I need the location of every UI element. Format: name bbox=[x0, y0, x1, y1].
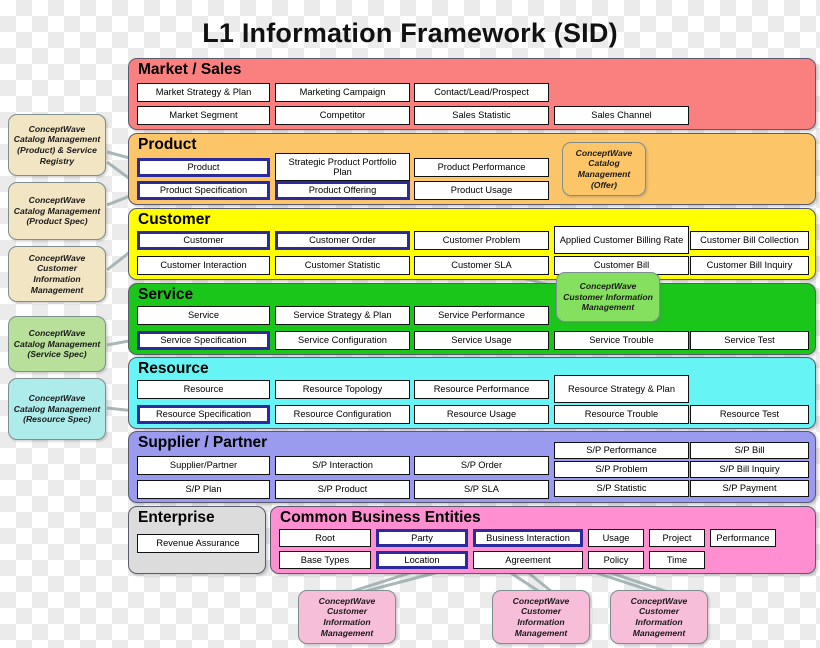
entity-sp-performance[interactable]: S/P Performance bbox=[554, 442, 689, 459]
entity-project[interactable]: Project bbox=[649, 529, 705, 547]
entity-resource-strategy-plan[interactable]: Resource Strategy & Plan bbox=[554, 375, 689, 403]
entity-customer-statistic[interactable]: Customer Statistic bbox=[275, 256, 410, 275]
entity-sp-product[interactable]: S/P Product bbox=[275, 480, 410, 499]
entity-service-trouble[interactable]: Service Trouble bbox=[554, 331, 689, 350]
band-title-common-business-entities: Common Business Entities bbox=[280, 509, 481, 526]
diagram-canvas: L1 Information Framework (SID) Market / … bbox=[0, 0, 820, 648]
entity-party[interactable]: Party bbox=[376, 529, 468, 547]
entity-sp-bill-inquiry[interactable]: S/P Bill Inquiry bbox=[690, 461, 809, 478]
band-title-market-sales: Market / Sales bbox=[138, 61, 242, 78]
entity-resource-topology[interactable]: Resource Topology bbox=[275, 380, 410, 399]
band-customer[interactable]: Customer Customer Customer Order Custome… bbox=[128, 208, 816, 280]
entity-service-usage[interactable]: Service Usage bbox=[414, 331, 549, 350]
entity-sp-interaction[interactable]: S/P Interaction bbox=[275, 456, 410, 475]
band-title-resource: Resource bbox=[138, 360, 209, 377]
entity-customer-interaction[interactable]: Customer Interaction bbox=[137, 256, 270, 275]
band-enterprise[interactable]: Enterprise Revenue Assurance bbox=[128, 506, 266, 574]
entity-contact-lead-prospect[interactable]: Contact/Lead/Prospect bbox=[414, 83, 549, 102]
callout-conceptwave-customer-information-management-1[interactable]: ConceptWave Customer Information Managem… bbox=[298, 590, 396, 644]
entity-market-strategy-plan[interactable]: Market Strategy & Plan bbox=[137, 83, 270, 102]
callout-conceptwave-catalog-management-product-spec[interactable]: ConceptWave Catalog Management (Product … bbox=[8, 182, 106, 240]
band-title-supplier-partner: Supplier / Partner bbox=[138, 434, 268, 451]
band-market-sales[interactable]: Market / Sales Market Strategy & Plan Ma… bbox=[128, 58, 816, 130]
band-title-customer: Customer bbox=[138, 211, 211, 228]
entity-resource-specification[interactable]: Resource Specification bbox=[137, 405, 270, 424]
entity-resource-performance[interactable]: Resource Performance bbox=[414, 380, 549, 399]
entity-policy[interactable]: Policy bbox=[588, 551, 644, 569]
callout-conceptwave-catalog-management-service-spec[interactable]: ConceptWave Catalog Management (Service … bbox=[8, 316, 106, 372]
entity-service-performance[interactable]: Service Performance bbox=[414, 306, 549, 325]
entity-base-types[interactable]: Base Types bbox=[279, 551, 371, 569]
entity-revenue-assurance[interactable]: Revenue Assurance bbox=[137, 534, 259, 553]
entity-sales-channel[interactable]: Sales Channel bbox=[554, 106, 689, 125]
entity-product-specification[interactable]: Product Specification bbox=[137, 181, 270, 200]
entity-customer-sla[interactable]: Customer SLA bbox=[414, 256, 549, 275]
entity-applied-customer-billing-rate[interactable]: Applied Customer Billing Rate bbox=[554, 226, 689, 254]
entity-agreement[interactable]: Agreement bbox=[473, 551, 583, 569]
entity-service-configuration[interactable]: Service Configuration bbox=[275, 331, 410, 350]
entity-sp-statistic[interactable]: S/P Statistic bbox=[554, 480, 689, 497]
entity-resource-trouble[interactable]: Resource Trouble bbox=[554, 405, 689, 424]
band-service[interactable]: Service Service Service Strategy & Plan … bbox=[128, 283, 816, 355]
entity-sp-plan[interactable]: S/P Plan bbox=[137, 480, 270, 499]
entity-market-segment[interactable]: Market Segment bbox=[137, 106, 270, 125]
callout-conceptwave-catalog-management-offer[interactable]: ConceptWave Catalog Management (Offer) bbox=[562, 142, 646, 196]
entity-resource[interactable]: Resource bbox=[137, 380, 270, 399]
entity-performance[interactable]: Performance bbox=[710, 529, 776, 547]
entity-competitor[interactable]: Competitor bbox=[275, 106, 410, 125]
band-product[interactable]: Product Product Strategic Product Portfo… bbox=[128, 133, 816, 205]
entity-sp-problem[interactable]: S/P Problem bbox=[554, 461, 689, 478]
entity-service[interactable]: Service bbox=[137, 306, 270, 325]
callout-conceptwave-customer-information-management-service[interactable]: ConceptWave Customer Information Managem… bbox=[556, 272, 660, 322]
callout-conceptwave-customer-information-management-left[interactable]: ConceptWave Customer Information Managem… bbox=[8, 246, 106, 302]
entity-customer[interactable]: Customer bbox=[137, 231, 270, 250]
entity-product[interactable]: Product bbox=[137, 158, 270, 177]
entity-marketing-campaign[interactable]: Marketing Campaign bbox=[275, 83, 410, 102]
entity-resource-usage[interactable]: Resource Usage bbox=[414, 405, 549, 424]
entity-customer-order[interactable]: Customer Order bbox=[275, 231, 410, 250]
callout-conceptwave-customer-information-management-2[interactable]: ConceptWave Customer Information Managem… bbox=[492, 590, 590, 644]
entity-sp-order[interactable]: S/P Order bbox=[414, 456, 549, 475]
entity-product-offering[interactable]: Product Offering bbox=[275, 181, 410, 200]
entity-customer-bill-collection[interactable]: Customer Bill Collection bbox=[690, 231, 809, 250]
band-common-business-entities[interactable]: Common Business Entities Root Party Busi… bbox=[270, 506, 816, 574]
entity-service-specification[interactable]: Service Specification bbox=[137, 331, 270, 350]
entity-product-performance[interactable]: Product Performance bbox=[414, 158, 549, 177]
entity-customer-bill-inquiry[interactable]: Customer Bill Inquiry bbox=[690, 256, 809, 275]
band-title-enterprise: Enterprise bbox=[138, 509, 215, 526]
entity-root[interactable]: Root bbox=[279, 529, 371, 547]
entity-resource-test[interactable]: Resource Test bbox=[690, 405, 809, 424]
band-supplier-partner[interactable]: Supplier / Partner Supplier/Partner S/P … bbox=[128, 431, 816, 503]
entity-service-test[interactable]: Service Test bbox=[690, 331, 809, 350]
entity-sales-statistic[interactable]: Sales Statistic bbox=[414, 106, 549, 125]
callout-conceptwave-catalog-management-product-service-registry[interactable]: ConceptWave Catalog Management (Product)… bbox=[8, 114, 106, 176]
entity-time[interactable]: Time bbox=[649, 551, 705, 569]
entity-business-interaction[interactable]: Business Interaction bbox=[473, 529, 583, 547]
entity-resource-configuration[interactable]: Resource Configuration bbox=[275, 405, 410, 424]
band-title-service: Service bbox=[138, 286, 194, 303]
entity-sp-sla[interactable]: S/P SLA bbox=[414, 480, 549, 499]
entity-customer-problem[interactable]: Customer Problem bbox=[414, 231, 549, 250]
entity-location[interactable]: Location bbox=[376, 551, 468, 569]
entity-strategic-product-portfolio-plan[interactable]: Strategic Product Portfolio Plan bbox=[275, 153, 410, 181]
entity-usage[interactable]: Usage bbox=[588, 529, 644, 547]
entity-sp-bill[interactable]: S/P Bill bbox=[690, 442, 809, 459]
band-title-product: Product bbox=[138, 136, 197, 153]
band-resource[interactable]: Resource Resource Resource Topology Reso… bbox=[128, 357, 816, 429]
page-title: L1 Information Framework (SID) bbox=[202, 18, 618, 48]
callout-conceptwave-catalog-management-resource-spec[interactable]: ConceptWave Catalog Management (Resource… bbox=[8, 378, 106, 440]
callout-conceptwave-customer-information-management-3[interactable]: ConceptWave Customer Information Managem… bbox=[610, 590, 708, 644]
entity-service-strategy-plan[interactable]: Service Strategy & Plan bbox=[275, 306, 410, 325]
entity-supplier-partner[interactable]: Supplier/Partner bbox=[137, 456, 270, 475]
entity-product-usage[interactable]: Product Usage bbox=[414, 181, 549, 200]
entity-sp-payment[interactable]: S/P Payment bbox=[690, 480, 809, 497]
